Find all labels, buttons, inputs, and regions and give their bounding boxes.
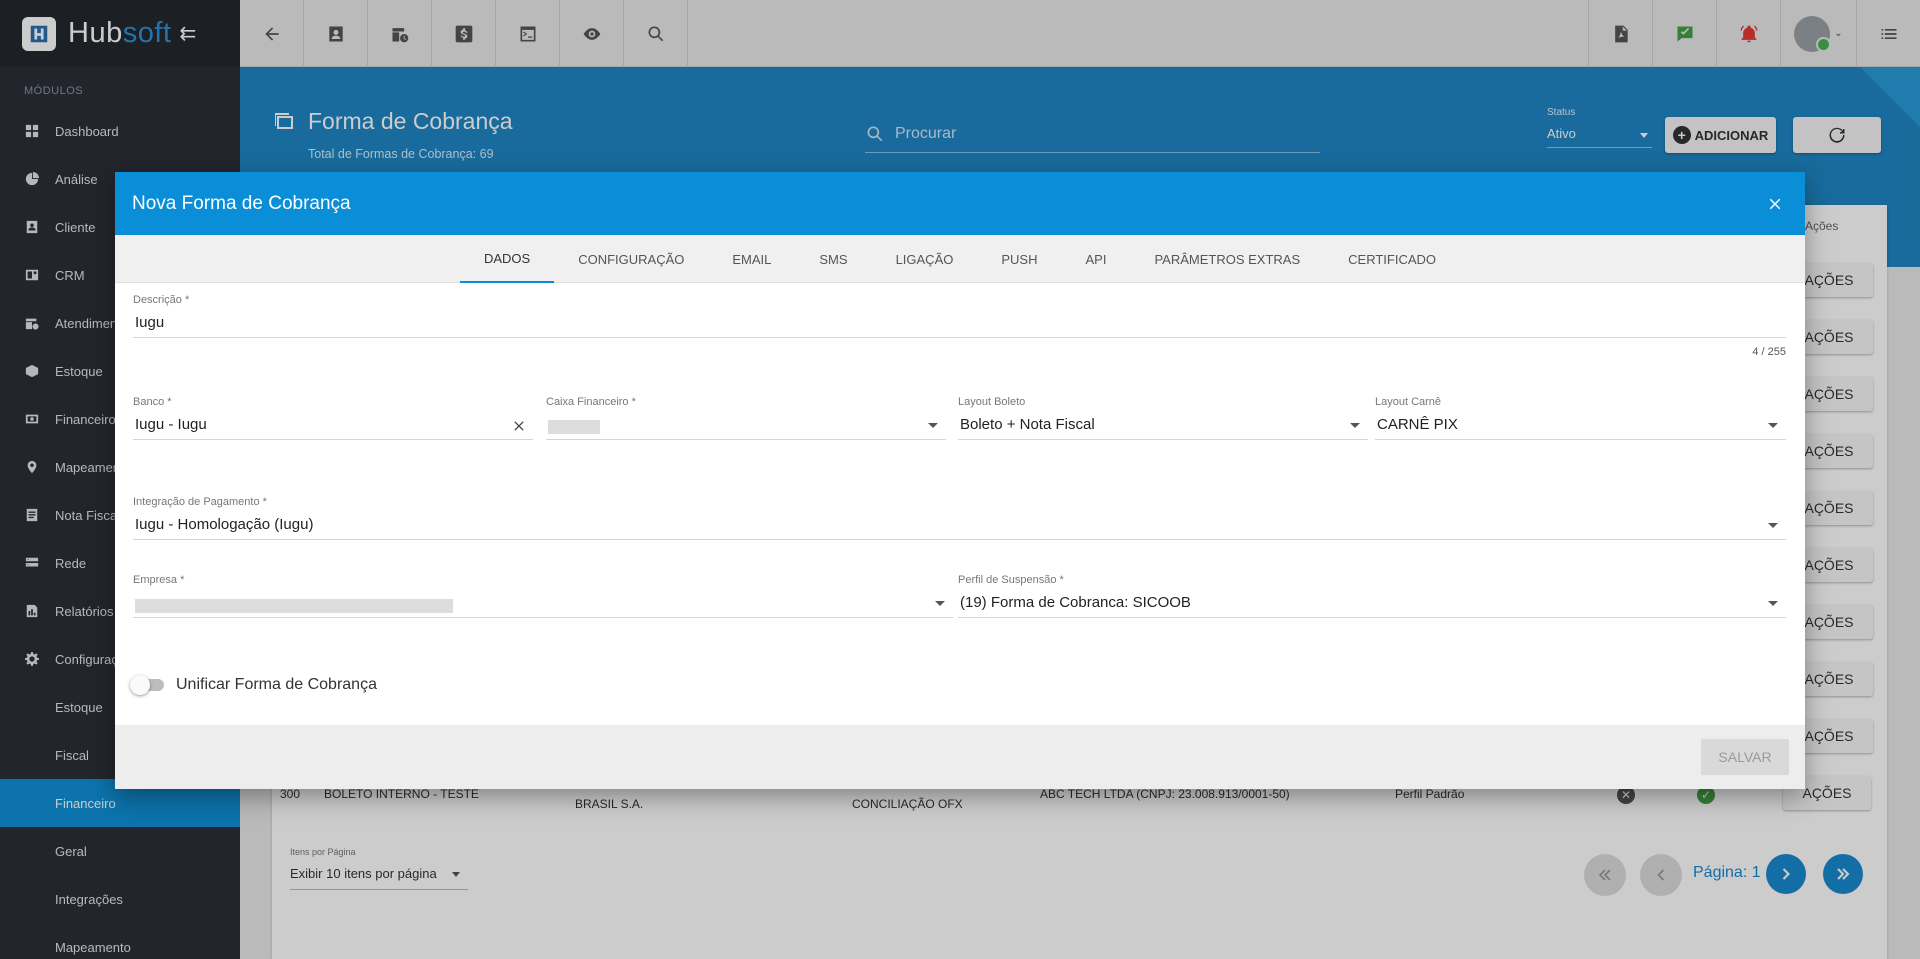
tab-dados[interactable]: DADOS bbox=[459, 235, 555, 283]
layout-carne-select[interactable]: CARNÊ PIX bbox=[1375, 414, 1786, 440]
close-icon bbox=[1769, 198, 1781, 209]
toggle-track[interactable] bbox=[130, 675, 164, 695]
descricao-label: Descrição * bbox=[133, 294, 190, 306]
toggle-label: Unificar Forma de Cobrança bbox=[176, 676, 377, 693]
layout-carne-field: Layout Carnê CARNÊ PIX bbox=[1375, 396, 1786, 440]
unificar-toggle[interactable]: Unificar Forma de Cobrança bbox=[130, 675, 377, 695]
redacted-value bbox=[135, 598, 453, 613]
perfil-label: Perfil de Suspensão * bbox=[958, 574, 1064, 586]
descricao-input[interactable]: Iugu bbox=[133, 312, 1786, 338]
tab-push[interactable]: PUSH bbox=[977, 235, 1061, 283]
layout-boleto-select[interactable]: Boleto + Nota Fiscal bbox=[958, 414, 1368, 440]
caixa-select[interactable] bbox=[546, 414, 946, 440]
banco-value: Iugu - Iugu bbox=[135, 416, 207, 433]
integracao-label: Integração de Pagamento * bbox=[133, 496, 267, 508]
banco-label: Banco * bbox=[133, 396, 172, 408]
layout-carne-label: Layout Carnê bbox=[1375, 396, 1442, 408]
save-button[interactable]: SALVAR bbox=[1701, 739, 1789, 775]
tab-parametros-extras[interactable]: PARÂMETROS EXTRAS bbox=[1130, 235, 1324, 283]
dialog-tabs: DADOS CONFIGURAÇÃO EMAIL SMS LIGAÇÃO PUS… bbox=[115, 235, 1805, 283]
clear-icon[interactable] bbox=[511, 418, 527, 434]
empresa-field: Empresa * bbox=[133, 574, 953, 618]
tab-configuracao[interactable]: CONFIGURAÇÃO bbox=[554, 235, 708, 283]
integracao-field: Integração de Pagamento * Iugu - Homolog… bbox=[133, 496, 1786, 540]
empresa-select[interactable] bbox=[133, 592, 953, 618]
redacted-value bbox=[548, 420, 600, 435]
dialog-title: Nova Forma de Cobrança bbox=[132, 192, 351, 214]
banco-field: Banco * Iugu - Iugu bbox=[133, 396, 533, 440]
perfil-select[interactable]: (19) Forma de Cobranca: SICOOB bbox=[958, 592, 1786, 618]
new-billing-dialog: Nova Forma de Cobrança DADOS CONFIGURAÇÃ… bbox=[115, 172, 1805, 789]
dialog-header: Nova Forma de Cobrança bbox=[115, 172, 1805, 235]
dialog-footer: SALVAR bbox=[115, 725, 1805, 789]
empresa-label: Empresa * bbox=[133, 574, 185, 586]
layout-boleto-field: Layout Boleto Boleto + Nota Fiscal bbox=[958, 396, 1368, 440]
caixa-financeiro-field: Caixa Financeiro * bbox=[546, 396, 946, 440]
banco-input[interactable]: Iugu - Iugu bbox=[133, 414, 533, 440]
descricao-field: Descrição * Iugu bbox=[133, 294, 1786, 338]
app-root: Hubsoft ⇇ MÓDULOS Dashboard Análise Clie… bbox=[0, 0, 1920, 959]
toggle-knob bbox=[130, 675, 150, 695]
caixa-label: Caixa Financeiro * bbox=[546, 396, 636, 408]
descricao-counter: 4 / 255 bbox=[1752, 346, 1786, 358]
integracao-select[interactable]: Iugu - Homologação (Iugu) bbox=[133, 514, 1786, 540]
perfil-suspensao-field: Perfil de Suspensão * (19) Forma de Cobr… bbox=[958, 574, 1786, 618]
tab-api[interactable]: API bbox=[1061, 235, 1130, 283]
close-button[interactable] bbox=[1763, 192, 1787, 216]
tab-ligacao[interactable]: LIGAÇÃO bbox=[872, 235, 978, 283]
tab-sms[interactable]: SMS bbox=[795, 235, 871, 283]
layout-boleto-label: Layout Boleto bbox=[958, 396, 1026, 408]
tab-certificado[interactable]: CERTIFICADO bbox=[1324, 235, 1460, 283]
tab-email[interactable]: EMAIL bbox=[708, 235, 795, 283]
